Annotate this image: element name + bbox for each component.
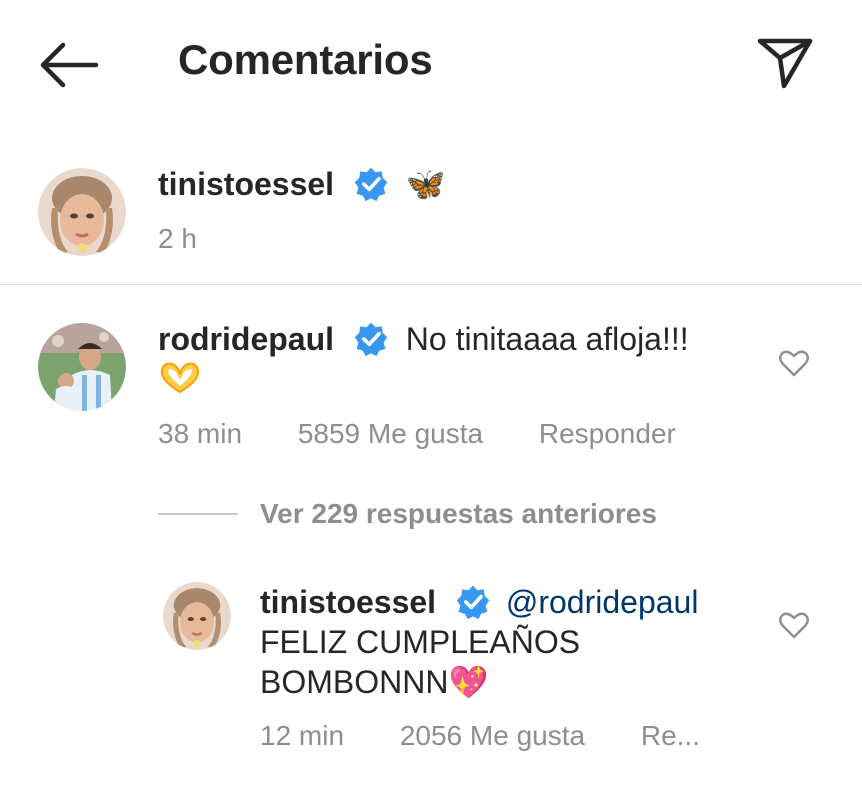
avatar[interactable]	[38, 323, 126, 411]
paper-plane-icon	[757, 38, 813, 89]
arrow-left-icon	[40, 42, 99, 88]
comment-meta: 38 min 5859 Me gusta Responder	[158, 418, 724, 450]
like-button[interactable]	[779, 349, 809, 377]
heart-outline-icon	[779, 612, 809, 639]
caption-line: tinistoessel 🦋	[158, 165, 446, 203]
caption-text: 🦋	[405, 166, 446, 202]
reply-text: FELIZ CUMPLEAÑOS BOMBONNN💖	[260, 624, 581, 700]
heart-outline-icon	[779, 350, 809, 377]
caption-time: 2 h	[158, 223, 197, 254]
avatar[interactable]	[163, 582, 231, 650]
comment-likes[interactable]: 5859 Me gusta	[298, 418, 483, 449]
verified-badge-icon	[354, 322, 388, 356]
mention-link[interactable]: @rodridepaul	[506, 584, 699, 620]
replies-divider-line	[158, 513, 238, 515]
caption-username[interactable]: tinistoessel	[158, 166, 334, 202]
reply-line: tinistoessel @rodridepaul	[260, 582, 698, 622]
view-replies-label: Ver 229 respuestas anteriores	[260, 498, 657, 529]
view-replies-button[interactable]: Ver 229 respuestas anteriores	[158, 498, 657, 530]
comment-emoji-line: 🫶	[158, 360, 202, 399]
divider	[0, 284, 862, 285]
reply-button[interactable]: Re...	[641, 720, 700, 751]
reply-username[interactable]: tinistoessel	[260, 584, 436, 620]
like-button[interactable]	[779, 611, 809, 639]
share-button[interactable]	[756, 36, 814, 90]
heart-hands-icon	[160, 362, 200, 394]
verified-badge-icon	[456, 585, 490, 619]
verified-badge-icon	[354, 167, 388, 201]
reply-time: 12 min	[260, 720, 345, 751]
reply-likes[interactable]: 2056 Me gusta	[400, 720, 585, 751]
comment-time: 38 min	[158, 418, 243, 449]
back-button[interactable]	[38, 40, 100, 90]
reply-button[interactable]: Responder	[539, 418, 676, 449]
avatar[interactable]	[38, 168, 126, 256]
comment-line: rodridepaul No tinitaaaa afloja!!!	[158, 320, 689, 358]
heart-hands-emoji: 🫶	[158, 360, 159, 361]
reply-meta: 12 min 2056 Me gusta Re...	[260, 720, 748, 752]
comment-username[interactable]: rodridepaul	[158, 321, 334, 357]
page-title: Comentarios	[178, 36, 433, 83]
top-bar: Comentarios	[0, 0, 862, 125]
comment-text: No tinitaaaa afloja!!!	[405, 321, 689, 357]
caption-meta: 2 h	[158, 223, 245, 255]
